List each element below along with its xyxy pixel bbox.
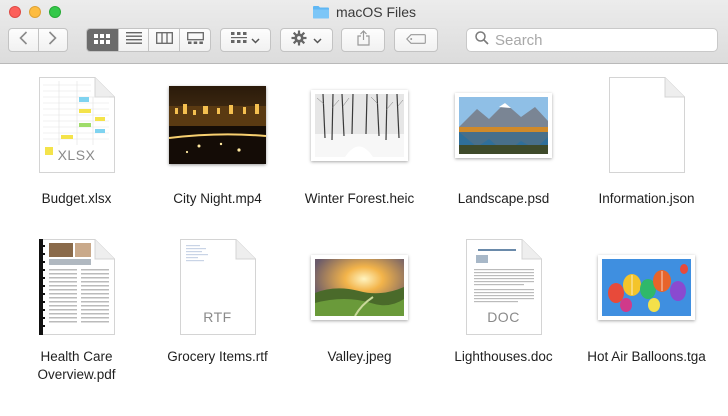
photo-thumbnail: [311, 254, 408, 320]
search-icon: [475, 30, 489, 50]
tag-icon: [406, 31, 426, 49]
file-grid: XLSX Budget.xlsx City Night.mp4 Winter F…: [0, 64, 728, 416]
photo-thumbnail: [598, 254, 695, 320]
file-name: City Night.mp4: [173, 191, 262, 206]
file-name: Winter Forest.heic: [304, 191, 415, 206]
column-view-button[interactable]: [148, 29, 179, 51]
file-thumbnail: [574, 70, 719, 180]
file-thumbnail: [287, 70, 432, 180]
file-name: Hot Air Balloons.tga: [587, 349, 706, 364]
tags-button[interactable]: [394, 28, 438, 52]
folder-icon: [312, 5, 330, 19]
file-thumbnail: XLSX: [4, 70, 149, 180]
file-extension-label: DOC: [487, 309, 520, 325]
photo-thumbnail: [455, 92, 552, 158]
columns-icon: [155, 31, 173, 49]
file-name: Grocery Items.rtf: [167, 349, 268, 364]
file-name: Health Care Overview.pdf: [37, 349, 116, 382]
share-button[interactable]: [341, 28, 385, 52]
chevron-left-icon: [19, 30, 28, 50]
spreadsheet-icon: XLSX: [38, 77, 115, 173]
file-thumbnail: [145, 70, 290, 180]
video-thumbnail: [168, 86, 267, 164]
action-menu-button[interactable]: [280, 28, 333, 52]
search-input[interactable]: [495, 31, 695, 49]
icon-grid-icon: [94, 31, 111, 49]
file-thumbnail: [431, 70, 576, 180]
gallery-icon: [186, 31, 204, 49]
arrange-grid-icon: [231, 31, 247, 49]
list-icon: [125, 31, 142, 49]
pdf-icon: [38, 239, 115, 335]
file-thumbnail: [287, 232, 432, 342]
window-title: macOS Files: [335, 4, 417, 20]
search-field[interactable]: [466, 28, 718, 52]
chevron-down-icon: [313, 31, 322, 49]
chevron-down-icon: [251, 31, 260, 49]
gallery-view-button[interactable]: [179, 29, 210, 51]
file-thumbnail: [574, 232, 719, 342]
forward-button[interactable]: [37, 29, 67, 51]
share-icon: [356, 29, 370, 51]
rtf-document-icon: RTF: [179, 239, 256, 335]
file-thumbnail: RTF: [145, 232, 290, 342]
finder-window: macOS Files Search XLSX Budget.xlsx City…: [0, 0, 728, 416]
file-name: Landscape.psd: [457, 191, 550, 206]
document-icon: [608, 77, 685, 173]
file-name: Valley.jpeg: [327, 349, 392, 364]
file-name: Information.json: [598, 191, 695, 206]
doc-document-icon: DOC: [465, 239, 542, 335]
back-forward-group: [8, 28, 68, 52]
list-view-button[interactable]: [117, 29, 149, 51]
file-thumbnail: [4, 232, 149, 342]
view-mode-group: [86, 28, 211, 52]
icon-view-button[interactable]: [87, 29, 118, 51]
gear-icon: [291, 30, 307, 51]
window-title-area: macOS Files: [0, 4, 728, 20]
file-name: Budget.xlsx: [41, 191, 112, 206]
group-by-button[interactable]: [220, 28, 271, 52]
file-name: Lighthouses.doc: [454, 349, 553, 364]
back-button[interactable]: [9, 29, 38, 51]
file-extension-label: RTF: [203, 309, 232, 325]
file-thumbnail: DOC: [431, 232, 576, 342]
toolbar: macOS Files: [0, 0, 728, 64]
chevron-right-icon: [48, 30, 58, 50]
photo-thumbnail: [311, 89, 408, 161]
file-extension-label: XLSX: [57, 147, 96, 163]
